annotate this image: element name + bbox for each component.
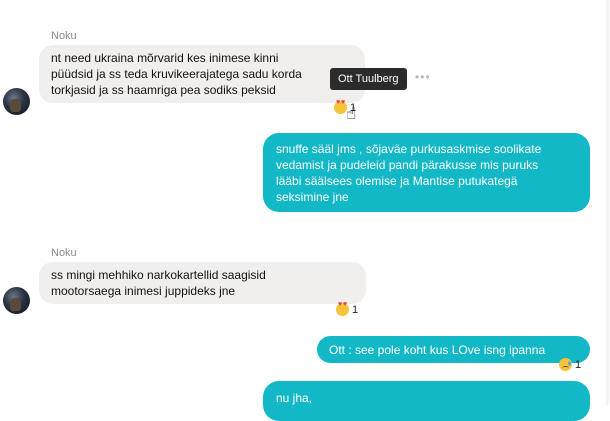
- message-line: Ott : see pole koht kus LOve isng ipanna: [329, 343, 546, 357]
- reaction-count: 1: [352, 303, 359, 316]
- message-bubble[interactable]: nu jha,: [263, 381, 590, 421]
- message-line: snuffe sääl jms , sõjaväe purkusaskmise …: [276, 142, 542, 156]
- message-line: torkjasid ja ss haamriga pea sodiks peks…: [51, 83, 276, 97]
- sender-name: Noku: [51, 30, 77, 42]
- more-options-icon[interactable]: •••: [415, 70, 431, 84]
- avatar[interactable]: [3, 88, 30, 115]
- heart-eyes-emoji-icon: [336, 301, 349, 316]
- message-bubble[interactable]: snuffe sääl jms , sõjaväe purkusaskmise …: [263, 133, 590, 212]
- reaction-count: 1: [575, 358, 582, 371]
- message-line: lääbi säälsees olemise ja Mantise putuka…: [276, 174, 518, 188]
- message-line: nu jha,: [276, 391, 313, 405]
- reaction-badge[interactable]: 1: [559, 358, 581, 371]
- message-line: vedamist ja pudeleid pandi pärakusse mis…: [276, 158, 539, 172]
- message-bubble[interactable]: Ott : see pole koht kus LOve isng ipanna: [317, 336, 590, 363]
- message-line: püüdsid ja ss teda kruvikeerajatega sadu…: [51, 67, 302, 81]
- hand-cursor-icon: ☝: [346, 104, 357, 123]
- message-bubble[interactable]: nt need ukraina mõrvarid kes inimese kin…: [39, 45, 365, 103]
- message-bubble[interactable]: ss mingi mehhiko narkokartellid saagisid…: [39, 262, 366, 304]
- message-line: nt need ukraina mõrvarid kes inimese kin…: [51, 51, 279, 65]
- message-line: seksimine jne: [276, 190, 349, 204]
- avatar[interactable]: [3, 287, 30, 314]
- reaction-badge[interactable]: 1: [336, 301, 359, 316]
- message-line: ss mingi mehhiko narkokartellid saagisid: [51, 268, 266, 282]
- sad-tear-emoji-icon: [559, 358, 572, 371]
- sender-name: Noku: [51, 247, 77, 259]
- message-line: mootorsaega inimesi juppideks jne: [51, 284, 236, 298]
- scrollbar[interactable]: [606, 0, 609, 405]
- reaction-tooltip: Ott Tuulberg: [330, 68, 407, 90]
